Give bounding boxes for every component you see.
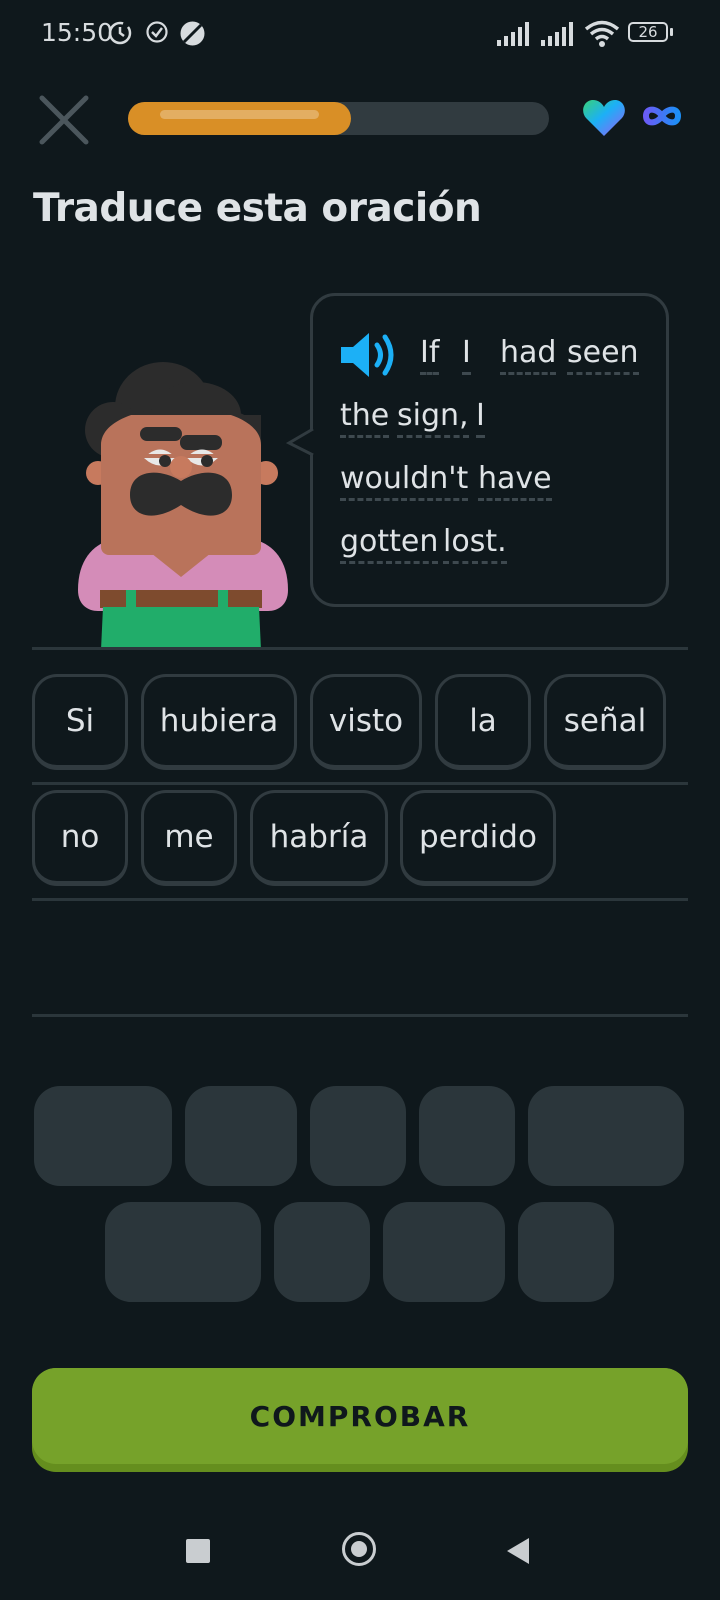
lesson-progress-bar bbox=[128, 102, 549, 135]
word-bank-slot bbox=[185, 1086, 297, 1186]
prompt-word[interactable]: had bbox=[500, 335, 557, 375]
check-button[interactable]: COMPROBAR bbox=[32, 1368, 688, 1472]
close-icon[interactable] bbox=[36, 92, 92, 148]
prompt-word[interactable]: sign, bbox=[397, 398, 469, 438]
prompt-word[interactable]: have bbox=[478, 461, 552, 501]
answer-chip[interactable]: la bbox=[435, 674, 531, 770]
wifi-icon bbox=[584, 20, 620, 47]
answer-divider bbox=[32, 898, 688, 901]
infinity-icon bbox=[642, 106, 682, 126]
word-bank-slot bbox=[419, 1086, 515, 1186]
prompt-word[interactable]: wouldn't bbox=[340, 461, 469, 501]
status-time: 15:50 bbox=[41, 18, 114, 47]
answer-chip[interactable]: Si bbox=[32, 674, 128, 770]
prompt-word[interactable]: the bbox=[340, 398, 390, 438]
progress-highlight bbox=[160, 110, 319, 119]
speaker-icon[interactable] bbox=[339, 330, 403, 380]
word-bank-slot bbox=[528, 1086, 684, 1186]
dnd-icon bbox=[180, 21, 205, 46]
answer-chip[interactable]: no bbox=[32, 790, 128, 886]
word-bank-slot bbox=[105, 1202, 261, 1302]
prompt-word[interactable]: If bbox=[420, 335, 440, 375]
word-bank-slot bbox=[310, 1086, 406, 1186]
home-button[interactable] bbox=[342, 1532, 376, 1566]
check-circle-icon bbox=[146, 21, 168, 43]
answer-chip[interactable]: señal bbox=[544, 674, 666, 770]
check-button-label: COMPROBAR bbox=[32, 1368, 688, 1464]
word-bank-slot bbox=[383, 1202, 505, 1302]
character-illustration bbox=[78, 362, 288, 650]
answer-chip[interactable]: me bbox=[141, 790, 237, 886]
answer-divider bbox=[32, 782, 688, 785]
answer-divider bbox=[32, 1014, 688, 1017]
prompt-word[interactable]: gotten bbox=[340, 524, 439, 564]
speech-bubble-tail bbox=[286, 427, 314, 457]
recents-button[interactable] bbox=[186, 1539, 210, 1563]
home-button-dot bbox=[351, 1541, 367, 1557]
page-title: Traduce esta oración bbox=[33, 186, 482, 231]
answer-chip[interactable]: perdido bbox=[400, 790, 556, 886]
back-icon[interactable] bbox=[505, 1536, 531, 1566]
signal-icon bbox=[497, 22, 529, 46]
signal-icon bbox=[541, 22, 573, 46]
prompt-word[interactable]: lost. bbox=[443, 524, 507, 564]
status-bar: 15:50 26 bbox=[0, 0, 720, 70]
word-bank-slot bbox=[274, 1202, 370, 1302]
battery-tip bbox=[670, 28, 673, 36]
prompt-word[interactable]: I bbox=[476, 398, 485, 438]
heart-icon[interactable] bbox=[582, 98, 626, 138]
word-bank-slot bbox=[34, 1086, 172, 1186]
progress-fill bbox=[128, 102, 351, 135]
data-saver-icon bbox=[108, 21, 132, 45]
answer-divider bbox=[32, 647, 688, 650]
prompt-word[interactable]: I bbox=[462, 335, 471, 375]
answer-chip[interactable]: hubiera bbox=[141, 674, 297, 770]
word-bank-slot bbox=[518, 1202, 614, 1302]
battery-icon: 26 bbox=[628, 22, 668, 42]
answer-chip[interactable]: habría bbox=[250, 790, 388, 886]
answer-chip[interactable]: visto bbox=[310, 674, 422, 770]
prompt-word[interactable]: seen bbox=[567, 335, 639, 375]
